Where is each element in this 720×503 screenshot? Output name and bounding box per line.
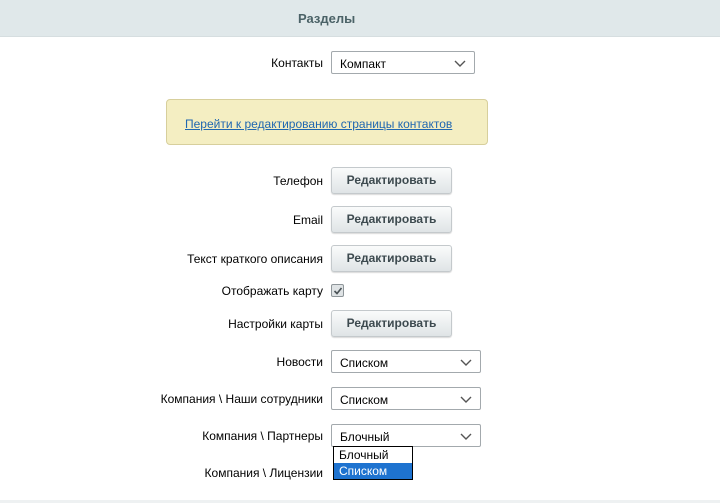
phone-label: Телефон [273, 174, 323, 188]
contacts-notice: Перейти к редактированию страницы контак… [166, 99, 488, 145]
staff-select[interactable]: Списком [331, 387, 481, 410]
show-map-label: Отображать карту [221, 284, 323, 298]
staff-label: Компания \ Наши сотрудники [160, 392, 323, 406]
map-settings-label: Настройки карты [228, 317, 323, 331]
chevron-down-icon [454, 60, 466, 67]
email-label: Email [292, 213, 323, 227]
show-map-checkbox[interactable] [331, 284, 344, 297]
section-header: Разделы [0, 0, 720, 37]
partners-dropdown-list: Блочный Списком [333, 446, 413, 480]
news-select[interactable]: Списком [331, 350, 481, 373]
news-label: Новости [276, 355, 323, 369]
edit-short-desc-button[interactable]: Редактировать [331, 245, 452, 272]
sections-form: Контакты Компакт Перейти к редактировани… [0, 37, 720, 503]
partners-select[interactable]: Блочный [331, 424, 481, 447]
section-title: Разделы [298, 11, 356, 26]
partners-label: Компания \ Партнеры [202, 429, 323, 443]
edit-phone-button[interactable]: Редактировать [331, 167, 452, 194]
edit-map-settings-button[interactable]: Редактировать [331, 310, 452, 337]
edit-contacts-page-link[interactable]: Перейти к редактированию страницы контак… [185, 117, 452, 131]
licenses-label: Компания \ Лицензии [204, 466, 323, 480]
dropdown-option[interactable]: Блочный [334, 447, 412, 463]
chevron-down-icon [460, 359, 472, 366]
partners-select-value: Блочный [340, 430, 390, 444]
chevron-down-icon [460, 396, 472, 403]
check-icon [333, 287, 343, 295]
contacts-label: Контакты [271, 56, 323, 70]
contacts-select[interactable]: Компакт [331, 51, 475, 74]
contacts-select-value: Компакт [340, 57, 386, 71]
news-select-value: Списком [340, 356, 389, 370]
staff-select-value: Списком [340, 393, 389, 407]
chevron-down-icon [460, 433, 472, 440]
dropdown-option-highlighted[interactable]: Списком [334, 463, 412, 479]
short-desc-label: Текст краткого описания [187, 252, 323, 266]
edit-email-button[interactable]: Редактировать [331, 206, 452, 233]
